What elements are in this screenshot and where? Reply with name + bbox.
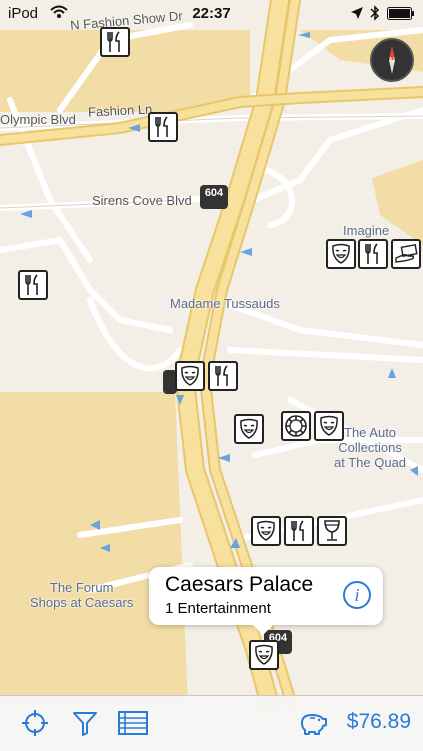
theater-mask-icon: [240, 418, 258, 439]
fork-knife-icon: [25, 274, 38, 295]
budget-button[interactable]: [298, 708, 328, 738]
place-label-imagine: Imagine: [343, 223, 390, 238]
crosshair-icon: [22, 710, 48, 736]
list-icon: [118, 711, 148, 735]
list-button[interactable]: [118, 708, 148, 738]
restaurant-pin[interactable]: [148, 112, 178, 142]
poker-chip-icon: [285, 415, 307, 437]
theater-pin[interactable]: [175, 361, 205, 391]
hand-card-icon: [395, 244, 418, 263]
svg-text:N: N: [389, 56, 395, 65]
theater-mask-icon: [332, 243, 350, 264]
theater-mask-icon: [320, 415, 338, 436]
street-label-sirens-cove: Sirens Cove Blvd: [92, 193, 192, 208]
piggy-bank-icon: [301, 714, 327, 735]
casino-pin[interactable]: [281, 411, 311, 441]
compass-icon[interactable]: N: [370, 38, 414, 82]
location-arrow-icon: [351, 7, 363, 19]
theater-mask-icon: [257, 520, 275, 541]
theater-pin-selected[interactable]: [249, 640, 279, 670]
fork-knife-icon: [291, 520, 304, 541]
info-button[interactable]: i: [343, 581, 371, 609]
restaurant-pin[interactable]: [100, 27, 130, 57]
fork-knife-icon: [215, 365, 228, 386]
bluetooth-icon: [370, 5, 380, 21]
bar-pin[interactable]: [317, 516, 347, 546]
wine-glass-icon: [324, 520, 340, 541]
callout-title: Caesars Palace: [165, 573, 314, 596]
street-label-olympic: Olympic Blvd: [0, 112, 76, 127]
callout-subtitle: 1 Entertainment: [165, 600, 271, 617]
locate-button[interactable]: [20, 708, 50, 738]
restaurant-pin[interactable]: [284, 516, 314, 546]
theater-pin[interactable]: [314, 411, 344, 441]
auto-collections-line2: Collections: [338, 440, 402, 455]
battery-icon: [387, 6, 414, 20]
callout-tail: [253, 625, 273, 635]
theater-pin[interactable]: [251, 516, 281, 546]
theater-pin[interactable]: [234, 414, 264, 444]
forum-line2: Shops at Caesars: [30, 595, 134, 610]
theater-pin[interactable]: [326, 239, 356, 269]
fork-knife-icon: [155, 116, 168, 137]
theater-mask-icon: [255, 644, 273, 665]
shopping-pin[interactable]: [391, 239, 421, 269]
place-label-auto-collections: The Auto Collections at The Quad: [334, 425, 406, 470]
filter-button[interactable]: [70, 708, 100, 738]
place-label-forum-shops: The Forum Shops at Caesars: [30, 580, 133, 610]
bottom-toolbar: $76.89: [0, 695, 423, 751]
restaurant-pin[interactable]: [358, 239, 388, 269]
route-shield: 604: [200, 185, 228, 209]
balance-amount[interactable]: $76.89: [347, 710, 411, 734]
auto-collections-line3: at The Quad: [334, 455, 407, 470]
fork-knife-icon: [365, 243, 378, 264]
auto-collections-line1: The Auto: [344, 425, 397, 440]
theater-mask-icon: [181, 365, 199, 386]
place-callout[interactable]: Caesars Palace 1 Entertainment i: [149, 567, 383, 635]
fork-knife-icon: [107, 31, 120, 52]
restaurant-pin[interactable]: [18, 270, 48, 300]
status-bar: iPod 22:37: [0, 0, 423, 28]
restaurant-pin[interactable]: [208, 361, 238, 391]
filter-icon: [73, 712, 97, 736]
place-label-madame-tussauds: Madame Tussauds: [170, 296, 280, 311]
forum-line1: The Forum: [49, 580, 114, 595]
